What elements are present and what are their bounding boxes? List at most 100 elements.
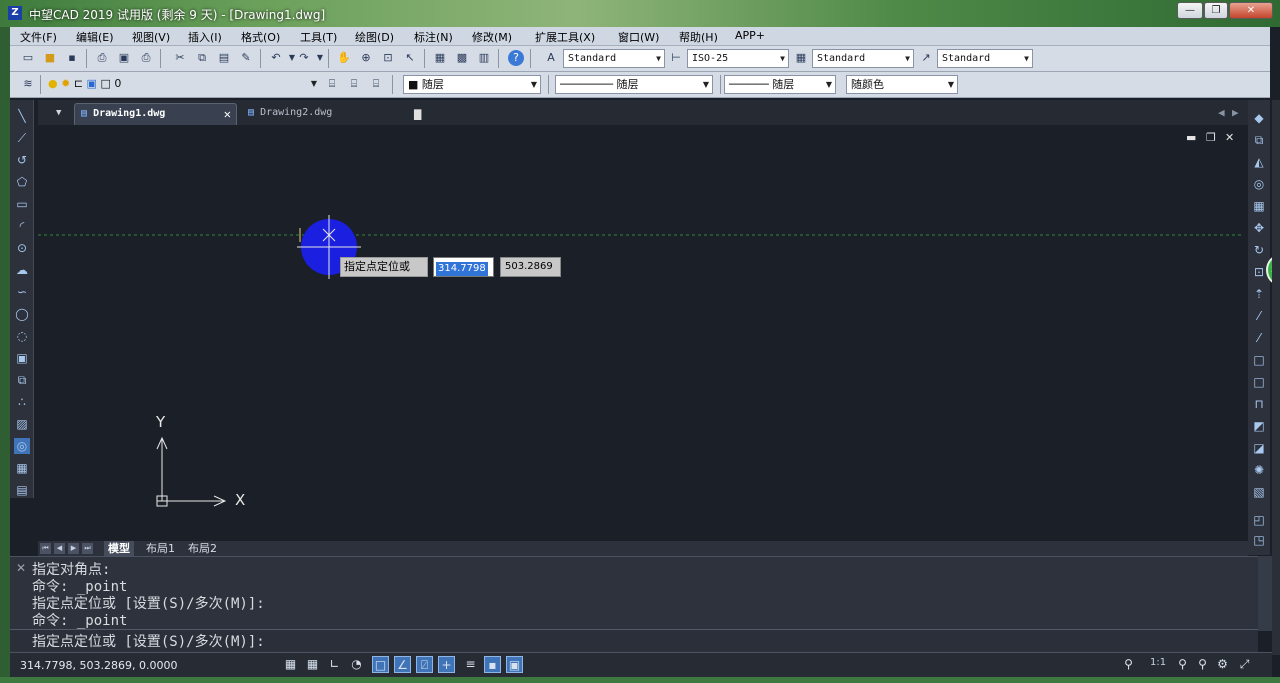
mirror-icon[interactable]: ◭ — [1251, 154, 1267, 170]
pan-icon[interactable]: ✋ — [336, 50, 352, 66]
grid-display-icon[interactable]: ▦ — [304, 656, 321, 673]
make-block-icon[interactable]: ⧉ — [14, 372, 30, 388]
redo-dropdown-icon[interactable]: ▼ — [312, 50, 328, 66]
dynamic-input-icon[interactable]: + — [438, 656, 455, 673]
join-icon[interactable]: ⊓ — [1251, 396, 1267, 412]
stretch-icon[interactable]: ⇡ — [1251, 286, 1267, 302]
help-icon[interactable]: ? — [508, 50, 524, 66]
viewport-close-icon[interactable]: ✕ — [1225, 131, 1234, 144]
ellipse-icon[interactable]: ◯ — [14, 306, 30, 322]
point-icon[interactable]: ∴ — [14, 394, 30, 410]
line-icon[interactable]: ╲ — [14, 108, 30, 124]
paste-icon[interactable]: ▤ — [216, 50, 232, 66]
tabs-scroll-right-icon[interactable]: ▶ — [1232, 103, 1239, 125]
right-scrollbar[interactable] — [1272, 100, 1280, 655]
tab-model[interactable]: 模型 — [104, 541, 134, 556]
menu-draw[interactable]: 绘图(D) — [355, 29, 394, 45]
explode-icon[interactable]: ✺ — [1251, 462, 1267, 478]
color-select[interactable]: ■ 随层 ▼ — [403, 75, 541, 94]
linetype-select[interactable]: ──────── 随层 ▼ — [555, 75, 713, 94]
close-button[interactable]: ✕ — [1229, 2, 1273, 19]
copy-icon[interactable]: ⧉ — [194, 50, 210, 66]
design-center-icon[interactable]: ▩ — [454, 50, 470, 66]
menu-view[interactable]: 视图(V) — [132, 29, 170, 45]
hatch-icon[interactable]: ▨ — [14, 416, 30, 432]
insert-block-icon[interactable]: ▣ — [14, 350, 30, 366]
tool-palettes-icon[interactable]: ▥ — [476, 50, 492, 66]
properties-palette-icon[interactable]: ▧ — [1251, 484, 1267, 500]
make-current-layer-icon[interactable]: ⌸ — [324, 76, 340, 92]
transparency-icon[interactable]: ▪ — [484, 656, 501, 673]
match-properties-icon[interactable]: ✎ — [238, 50, 254, 66]
arc-icon[interactable]: ◜ — [14, 218, 30, 234]
object-snap-icon[interactable]: □ — [372, 656, 389, 673]
new-tab-icon[interactable]: ▆ — [414, 103, 421, 125]
command-scrollbar[interactable] — [1258, 556, 1272, 631]
offset-icon[interactable]: ◎ — [1251, 176, 1267, 192]
erase-icon[interactable]: ◆ — [1251, 110, 1267, 126]
zoom-previous-icon[interactable]: ↖ — [402, 50, 418, 66]
open-folder-icon[interactable]: ■ — [42, 50, 58, 66]
rotate-icon[interactable]: ↻ — [1251, 242, 1267, 258]
text-style-select[interactable]: Standard ▼ — [563, 49, 665, 68]
command-input[interactable]: 指定点定位或 [设置(S)/多次(M)]: — [10, 629, 1258, 651]
menu-dimension[interactable]: 标注(N) — [414, 29, 453, 45]
layer-manager-icon[interactable]: ≋ — [20, 76, 36, 92]
copy-object-icon[interactable]: ⧉ — [1251, 132, 1267, 148]
table-style-select[interactable]: Standard ▼ — [812, 49, 914, 68]
first-layout-icon[interactable]: ⏮ — [40, 543, 51, 554]
annotation-scale-icon[interactable]: ⚲ — [1120, 656, 1137, 673]
rectangle-icon[interactable]: ▭ — [14, 196, 30, 212]
ortho-mode-icon[interactable]: ∟ — [326, 656, 343, 673]
minimize-button[interactable]: — — [1177, 2, 1203, 19]
fullscreen-icon[interactable]: ⤢ — [1236, 656, 1253, 673]
annotation-scale-value[interactable]: 1:1 — [1150, 657, 1166, 668]
polygon-icon[interactable]: ⬠ — [14, 174, 30, 190]
print-icon[interactable]: ⎙ — [94, 50, 110, 66]
prev-layout-icon[interactable]: ◀ — [54, 543, 65, 554]
save-icon[interactable]: ▪ — [64, 50, 80, 66]
dynamic-input-x[interactable]: 314.7798 — [433, 257, 494, 277]
table-icon[interactable]: ▦ — [14, 460, 30, 476]
layer-state-icon[interactable]: ⌸ — [368, 76, 384, 92]
trim-icon[interactable]: ⁄ — [1251, 308, 1267, 324]
plot-icon[interactable]: ⎙ — [138, 50, 154, 66]
chamfer-icon[interactable]: ◩ — [1251, 418, 1267, 434]
tab-drawing2[interactable]: ▤ Drawing2.dwg — [244, 103, 414, 125]
layer-select[interactable]: ● ✹ ⊏ ▣ □ 0 ▼ — [44, 75, 320, 94]
circle-icon[interactable]: ⊙ — [14, 240, 30, 256]
group-icon[interactable]: ◳ — [1251, 532, 1267, 548]
tab-layout1[interactable]: 布局1 — [142, 541, 179, 556]
menu-modify[interactable]: 修改(M) — [472, 29, 512, 45]
restore-button[interactable]: ❐ — [1204, 2, 1228, 19]
dynamic-input-y[interactable]: 503.2869 — [500, 257, 561, 277]
layer-previous-icon[interactable]: ⌸ — [346, 76, 362, 92]
plotstyle-select[interactable]: 随颜色 ▼ — [846, 75, 958, 94]
menu-window[interactable]: 窗口(W) — [618, 29, 659, 45]
lineweight-display-icon[interactable]: ≡ — [462, 656, 479, 673]
extend-icon[interactable]: ⁄ — [1251, 330, 1267, 346]
redo-icon[interactable]: ↷ — [296, 50, 312, 66]
break-icon[interactable]: □ — [1251, 374, 1267, 390]
selection-cycling-icon[interactable]: ▣ — [506, 656, 523, 673]
annotation-visibility-icon[interactable]: ⚲ — [1174, 656, 1191, 673]
print-preview-icon[interactable]: ▣ — [116, 50, 132, 66]
zoom-window-icon[interactable]: ⊡ — [380, 50, 396, 66]
viewport-minimize-icon[interactable]: ▬ — [1186, 131, 1196, 144]
polyline-icon[interactable]: ↺ — [14, 152, 30, 168]
new-file-icon[interactable]: ▭ — [20, 50, 36, 66]
draw-order-icon[interactable]: ◰ — [1251, 512, 1267, 528]
close-tab-icon[interactable]: ✕ — [224, 104, 231, 124]
region-icon[interactable]: ◎ — [14, 438, 30, 454]
scale-icon[interactable]: ⊡ — [1251, 264, 1267, 280]
tabs-scroll-left-icon[interactable]: ◀ — [1218, 103, 1225, 125]
fillet-icon[interactable]: ◪ — [1251, 440, 1267, 456]
menu-format[interactable]: 格式(O) — [241, 29, 280, 45]
array-icon[interactable]: ▦ — [1251, 198, 1267, 214]
menu-tools[interactable]: 工具(T) — [300, 29, 337, 45]
drawing-canvas[interactable]: Y X ▬ ❐ ✕ 指定点定位或 314.7798 503.2869 — [38, 125, 1244, 541]
undo-icon[interactable]: ↶ — [268, 50, 284, 66]
lineweight-select[interactable]: ────── 随层 ▼ — [724, 75, 836, 94]
snap-mode-icon[interactable]: ▦ — [282, 656, 299, 673]
spline-icon[interactable]: ∽ — [14, 284, 30, 300]
